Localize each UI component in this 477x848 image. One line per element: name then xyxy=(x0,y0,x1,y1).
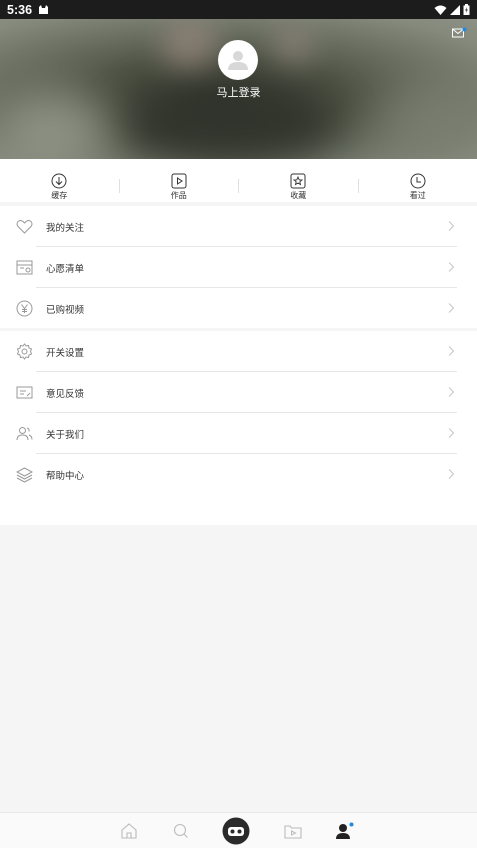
chevron-right-icon xyxy=(448,469,455,479)
menu-item-follows[interactable]: 我的关注 xyxy=(0,206,477,247)
signal-icon xyxy=(450,4,460,15)
wishlist-icon xyxy=(16,260,33,275)
star-icon xyxy=(290,173,306,189)
profile-header: 马上登录 xyxy=(0,19,477,159)
person-icon xyxy=(336,822,354,839)
menu-item-help[interactable]: 帮助中心 xyxy=(0,454,477,495)
users-icon xyxy=(16,427,33,441)
menu-item-feedback[interactable]: 意见反馈 xyxy=(0,372,477,413)
yuan-icon xyxy=(16,300,33,317)
nav-search[interactable] xyxy=(166,813,196,848)
quick-actions: 缓存 作品 收藏 看过 xyxy=(0,159,477,202)
status-bar: 5:36 xyxy=(0,0,477,19)
android-notification-icon xyxy=(39,4,49,14)
login-link[interactable]: 马上登录 xyxy=(0,84,477,100)
menu-item-settings[interactable]: 开关设置 xyxy=(0,331,477,372)
layers-icon xyxy=(16,467,33,483)
avatar[interactable] xyxy=(218,40,258,80)
quick-action-favorites[interactable]: 收藏 xyxy=(239,159,358,202)
home-icon xyxy=(121,823,137,839)
menu-item-about[interactable]: 关于我们 xyxy=(0,413,477,454)
quick-action-label: 看过 xyxy=(409,191,426,200)
chevron-right-icon xyxy=(448,387,455,397)
nav-profile[interactable] xyxy=(330,813,360,848)
chevron-right-icon xyxy=(448,262,455,272)
menu-item-label: 帮助中心 xyxy=(46,470,85,482)
vr-glasses-icon xyxy=(222,817,250,845)
feedback-icon xyxy=(16,386,33,399)
menu-group-personal: 我的关注 心愿清单 已购视频 xyxy=(0,206,477,328)
play-icon xyxy=(171,173,187,189)
quick-action-history[interactable]: 看过 xyxy=(359,159,477,202)
heart-icon xyxy=(16,220,33,234)
quick-action-cache[interactable]: 缓存 xyxy=(0,159,119,202)
menu-group-system: 开关设置 意见反馈 关于我们 帮助中心 xyxy=(0,331,477,525)
quick-action-label: 作品 xyxy=(170,191,187,200)
chevron-right-icon xyxy=(448,221,455,231)
menu-item-label: 已购视频 xyxy=(46,304,85,316)
nav-video[interactable] xyxy=(278,813,308,848)
chevron-right-icon xyxy=(448,428,455,438)
download-icon xyxy=(51,173,67,189)
default-avatar-icon xyxy=(228,51,248,70)
menu-item-label: 心愿清单 xyxy=(46,263,85,275)
menu-item-label: 开关设置 xyxy=(46,347,85,359)
chevron-right-icon xyxy=(448,303,455,313)
menu-item-label: 意见反馈 xyxy=(46,388,85,400)
quick-action-label: 收藏 xyxy=(290,191,307,200)
menu-item-wishlist[interactable]: 心愿清单 xyxy=(0,247,477,288)
gear-icon xyxy=(16,343,33,360)
wifi-icon xyxy=(434,5,447,15)
quick-action-label: 缓存 xyxy=(51,191,68,200)
nav-home[interactable] xyxy=(114,813,144,848)
menu-item-label: 我的关注 xyxy=(46,222,85,234)
chevron-right-icon xyxy=(448,346,455,356)
search-icon xyxy=(173,823,188,838)
mail-icon[interactable] xyxy=(452,27,467,39)
status-time: 5:36 xyxy=(7,2,33,17)
menu-item-purchased[interactable]: 已购视频 xyxy=(0,288,477,329)
video-folder-icon xyxy=(284,824,302,839)
history-icon xyxy=(410,173,426,189)
quick-action-works[interactable]: 作品 xyxy=(120,159,239,202)
menu-item-label: 关于我们 xyxy=(46,429,85,441)
bottom-nav xyxy=(0,812,477,848)
battery-icon xyxy=(463,4,470,15)
nav-center[interactable] xyxy=(220,813,252,848)
